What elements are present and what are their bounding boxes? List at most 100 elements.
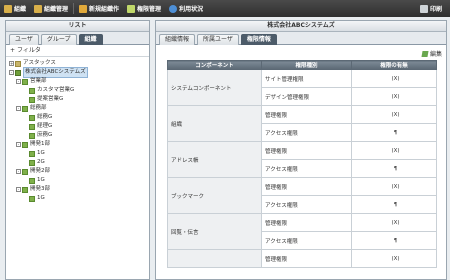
table-row: ブックマーク 管理権限 (X)	[167, 177, 437, 214]
list-tabs: ユーザ グループ 組織	[6, 32, 149, 45]
collapse-icon[interactable]: -	[16, 169, 21, 174]
grp-icon	[29, 132, 35, 139]
tree-node[interactable]: 1G	[9, 149, 146, 158]
folder-icon	[15, 60, 21, 67]
tree-node-label: 1G	[37, 195, 45, 201]
collapse-icon[interactable]: -	[16, 106, 21, 111]
org-icon	[15, 69, 21, 76]
value-cell: (X)	[351, 177, 437, 196]
tab-group[interactable]: グループ	[40, 34, 77, 45]
toolbar-usage-label: 利用状況	[179, 6, 204, 13]
kind-cell: 管理権限	[261, 213, 352, 232]
tree-node[interactable]: - 開発3部	[9, 185, 146, 194]
collapse-icon[interactable]: -	[16, 142, 21, 147]
toolbar-permission[interactable]: 権限管理	[123, 0, 165, 17]
grp-icon	[29, 195, 35, 202]
component-cell: アドレス帳	[167, 141, 262, 178]
tab-permissions[interactable]: 権限情報	[240, 34, 277, 45]
tree-node[interactable]: カスタマ営業G	[9, 86, 146, 95]
component-cell: 組織	[167, 105, 262, 142]
tree-node[interactable]: - 株式会社ABCシステムズ	[9, 67, 146, 78]
value-cell: (X)	[351, 141, 437, 160]
value-cell: ¶	[351, 123, 437, 142]
tree-node-label: カスタマ営業G	[37, 87, 75, 93]
value-cell: (X)	[351, 213, 437, 232]
toolbar-divider	[73, 3, 75, 14]
grp-icon	[29, 96, 35, 103]
grp-icon	[29, 114, 35, 121]
toolbar-org-manage[interactable]: 組織管理	[30, 0, 72, 17]
info-icon	[169, 4, 178, 13]
component-cell: システムコンポーネント	[167, 69, 262, 106]
expand-icon[interactable]: +	[9, 61, 14, 66]
org-manage-icon	[34, 4, 43, 13]
header-value: 権限の有無	[351, 60, 437, 70]
kind-cell: アクセス権限	[261, 231, 352, 250]
toolbar-usage[interactable]: 利用状況	[165, 0, 207, 17]
permission-table: コンポーネント 権限種別 権限の有無 システムコンポーネント サイト管理権限 (X)…	[167, 60, 437, 268]
tree-node[interactable]: 提案営業G	[9, 95, 146, 104]
tree-node[interactable]: - 開発2部	[9, 167, 146, 176]
grp-icon	[22, 186, 28, 193]
detail-tabs: 組織情報 所属ユーザ 権限情報	[156, 32, 446, 45]
component-cell: 回覧・伝言	[167, 213, 262, 250]
toolbar-permission-label: 権限管理	[137, 6, 162, 13]
value-cell: (X)	[351, 249, 437, 268]
toolbar-new-org-label: 新規組織作	[89, 6, 120, 13]
grp-icon	[22, 78, 28, 85]
kind-cell: デザイン管理権限	[261, 87, 352, 106]
table-header-row: コンポーネント 権限種別 権限の有無	[167, 60, 437, 70]
kind-cell: サイト管理権限	[261, 69, 352, 88]
tab-user[interactable]: ユーザ	[9, 34, 39, 45]
grp-icon	[29, 177, 35, 184]
tab-organization[interactable]: 組織	[78, 34, 103, 45]
tree-node[interactable]: 1G	[9, 194, 146, 203]
tree-node-label: 2G	[37, 159, 45, 165]
tab-org-info[interactable]: 組織情報	[159, 34, 196, 45]
toolbar-new-org[interactable]: 新規組織作	[75, 0, 123, 17]
toolbar-org[interactable]: 組織	[0, 0, 30, 17]
printer-icon	[419, 4, 428, 13]
tree-node-label: 開発1部	[30, 141, 50, 147]
collapse-icon[interactable]: -	[16, 79, 21, 84]
tree-node[interactable]: 経理G	[9, 122, 146, 131]
tab-members[interactable]: 所属ユーザ	[197, 34, 239, 45]
edit-button[interactable]: 編集	[421, 49, 442, 58]
component-cell	[167, 249, 262, 268]
tree-node-label: 庶務G	[37, 132, 53, 138]
header-kind: 権限種別	[261, 60, 352, 70]
tree-node[interactable]: - 営業部	[9, 77, 146, 86]
print-button[interactable]: 印刷	[416, 0, 446, 17]
tree-node[interactable]: - 総務部	[9, 104, 146, 113]
filter-button[interactable]: + フィルタ	[6, 45, 149, 57]
kind-cell: アクセス権限	[261, 195, 352, 214]
grp-icon	[29, 123, 35, 130]
kind-cell: 管理権限	[261, 177, 352, 196]
list-panel-title: リスト	[6, 21, 149, 32]
tree-node-label: 1G	[37, 150, 45, 156]
tree-node-label: 経理G	[37, 123, 53, 129]
value-cell: (X)	[351, 87, 437, 106]
table-row: アドレス帳 管理権限 (X)	[167, 141, 437, 178]
print-label: 印刷	[429, 6, 442, 13]
tree-node[interactable]: 2G	[9, 158, 146, 167]
detail-panel-title: 株式会社ABCシステムズ	[156, 21, 446, 32]
value-cell: ¶	[351, 159, 437, 178]
tree-node[interactable]: 総務G	[9, 113, 146, 122]
tree-node[interactable]: 庶務G	[9, 131, 146, 140]
value-cell: ¶	[351, 195, 437, 214]
filter-label: フィルタ	[16, 47, 41, 54]
grp-icon	[29, 159, 35, 166]
tree-node[interactable]: - 開発1部	[9, 140, 146, 149]
value-cell: (X)	[351, 105, 437, 124]
plus-icon: +	[10, 47, 17, 54]
tree-node[interactable]: 1G	[9, 176, 146, 185]
grp-icon	[29, 87, 35, 94]
collapse-icon[interactable]: -	[9, 70, 14, 75]
kind-cell: アクセス権限	[261, 159, 352, 178]
collapse-icon[interactable]: -	[16, 187, 21, 192]
kind-cell: アクセス権限	[261, 123, 352, 142]
table-row: 管理権限 (X)	[167, 249, 437, 268]
grp-icon	[22, 141, 28, 148]
tree-node-label: 総務部	[30, 105, 47, 111]
